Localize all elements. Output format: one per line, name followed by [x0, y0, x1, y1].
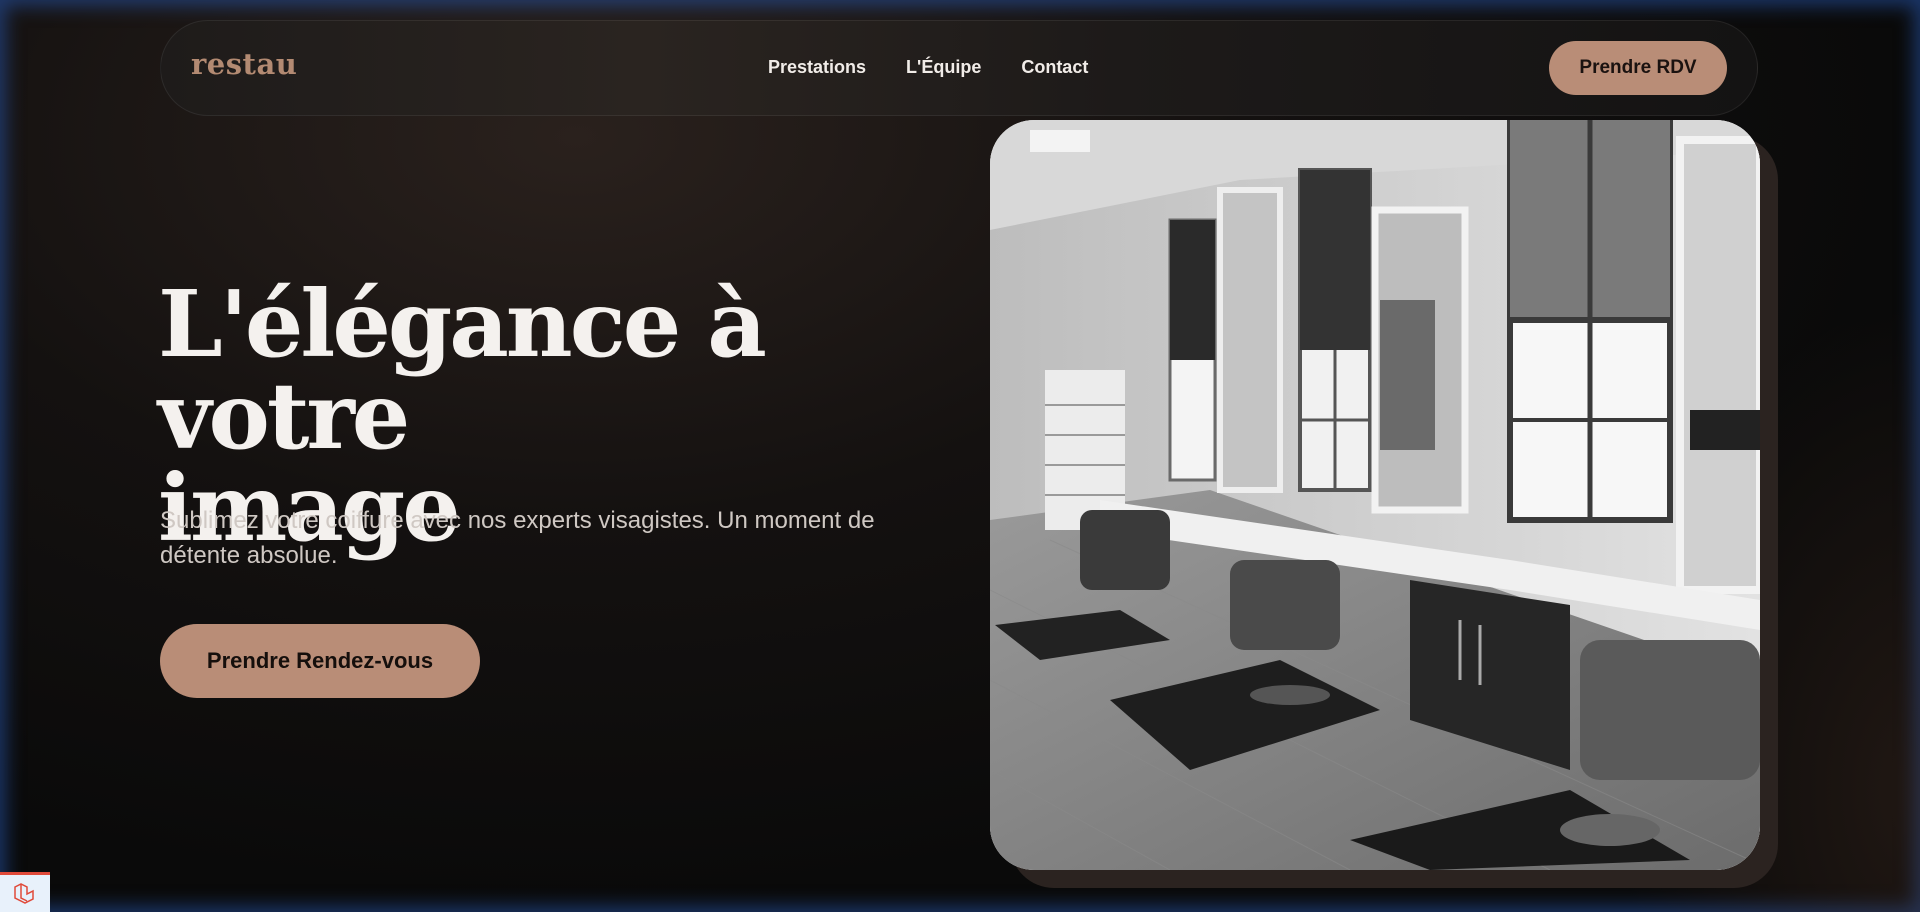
salon-photo — [990, 120, 1760, 870]
nav-link-contact[interactable]: Contact — [1021, 57, 1088, 78]
hero-subtitle: Sublimez votre coiffure avec nos experts… — [160, 503, 920, 573]
hero-book-button[interactable]: Prendre Rendez-vous — [160, 624, 480, 698]
page: restau Prestations L'Équipe Contact Pren… — [0, 0, 1920, 912]
hero-title-line-1: L'élégance à votre — [158, 270, 767, 470]
book-appointment-button[interactable]: Prendre RDV — [1549, 41, 1727, 95]
laravel-icon[interactable] — [0, 872, 50, 912]
logo[interactable]: restau — [191, 47, 297, 81]
salon-photo-illustration — [990, 120, 1760, 870]
hero-subtitle-line-2: détente absolue. — [160, 542, 338, 569]
hero-subtitle-line-1: Sublimez votre coiffure avec nos experts… — [160, 507, 875, 534]
navbar: restau Prestations L'Équipe Contact Pren… — [160, 20, 1758, 116]
nav-links: Prestations L'Équipe Contact — [768, 57, 1088, 78]
nav-link-prestations[interactable]: Prestations — [768, 57, 866, 78]
nav-link-equipe[interactable]: L'Équipe — [906, 57, 981, 78]
